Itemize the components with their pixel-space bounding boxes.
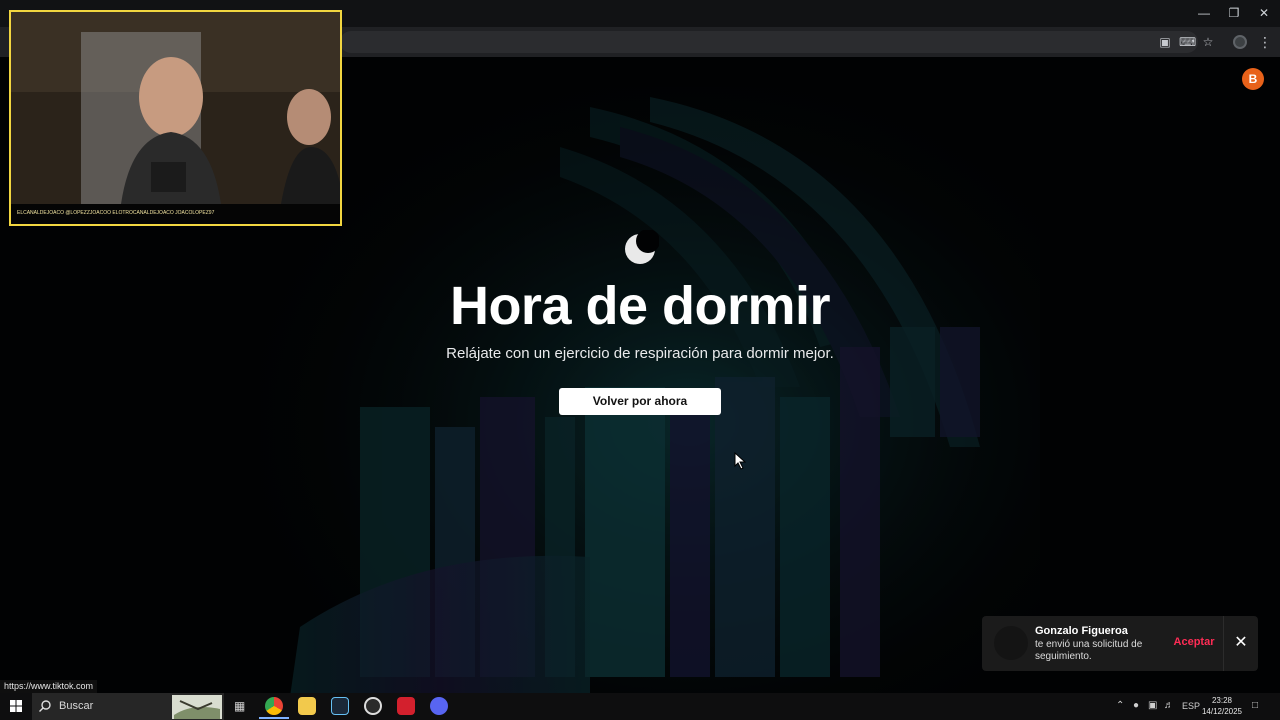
webcam-social-bar: ELCANALDEJOACO @LOPEZZJOACOO ELOTROCANAL… [11, 204, 340, 224]
webcam-feed [11, 12, 340, 204]
language-indicator[interactable]: ESP [1182, 700, 1200, 712]
discord-icon[interactable] [430, 697, 448, 715]
taskbar-search-label: Buscar [59, 700, 94, 712]
sender-name: Gonzalo Figueroa [1035, 625, 1128, 637]
moon-icon [625, 230, 659, 264]
microphone-icon[interactable]: ● [1133, 700, 1139, 712]
back-for-now-button[interactable]: Volver por ahora [559, 388, 721, 415]
status-bar-url: https://www.tiktok.com [0, 680, 98, 693]
browser-menu-icon[interactable]: ⋮ [1258, 33, 1272, 51]
show-hidden-icons-icon[interactable]: ⌃ [1116, 700, 1124, 712]
notification-message: te envió una solicitud de seguimiento. [1035, 639, 1143, 662]
follow-request-notification: Gonzalo Figueroa te envió una solicitud … [982, 616, 1258, 671]
obs-icon[interactable] [364, 697, 382, 715]
notification-center-icon[interactable]: □ [1252, 700, 1258, 712]
address-bar[interactable] [340, 31, 1198, 53]
translate-icon[interactable]: ⌨ [1179, 34, 1196, 50]
profile-avatar[interactable]: B [1242, 68, 1264, 90]
steam-icon[interactable] [331, 697, 349, 715]
browser-profile-icon[interactable] [1233, 35, 1247, 49]
mouse-cursor-icon [734, 452, 746, 470]
chrome-icon[interactable] [265, 697, 283, 715]
clock-date: 14/12/2025 [1201, 707, 1243, 716]
opera-icon[interactable] [397, 697, 415, 715]
social-handles: ELCANALDEJOACO @LOPEZZJOACOO ELOTROCANAL… [17, 210, 215, 216]
minimize-button[interactable]: — [1189, 4, 1219, 22]
search-highlight-image [172, 695, 222, 719]
volume-icon[interactable]: ♬ [1164, 700, 1174, 712]
file-explorer-icon[interactable] [298, 697, 316, 715]
screen: — ❐ ✕ ▣ ⌨ ☆ ⋮ B Hora de dormir Relájate … [0, 0, 1280, 720]
accept-button[interactable]: Aceptar [1170, 636, 1218, 648]
clock-time: 23:28 [1211, 696, 1233, 705]
restore-button[interactable]: ❐ [1219, 4, 1249, 22]
webcam-overlay: ELCANALDEJOACO @LOPEZZJOACOO ELOTROCANAL… [9, 10, 342, 226]
search-icon [39, 700, 51, 712]
windows-start-icon[interactable] [10, 700, 22, 712]
page-subtitle: Relájate con un ejercicio de respiración… [446, 345, 834, 362]
close-window-button[interactable]: ✕ [1249, 4, 1279, 22]
bookmark-star-icon[interactable]: ☆ [1200, 34, 1216, 50]
page-title: Hora de dormir [449, 276, 831, 336]
network-icon[interactable]: ▣ [1148, 700, 1157, 712]
active-app-indicator [259, 717, 289, 719]
notification-divider [1223, 616, 1224, 671]
system-clock[interactable]: 23:28 14/12/2025 [1200, 695, 1244, 717]
install-app-icon[interactable]: ▣ [1157, 34, 1173, 50]
task-view-icon[interactable]: ▦ [234, 700, 245, 712]
close-icon[interactable]: ✕ [1232, 634, 1250, 652]
sender-avatar[interactable] [994, 626, 1028, 660]
